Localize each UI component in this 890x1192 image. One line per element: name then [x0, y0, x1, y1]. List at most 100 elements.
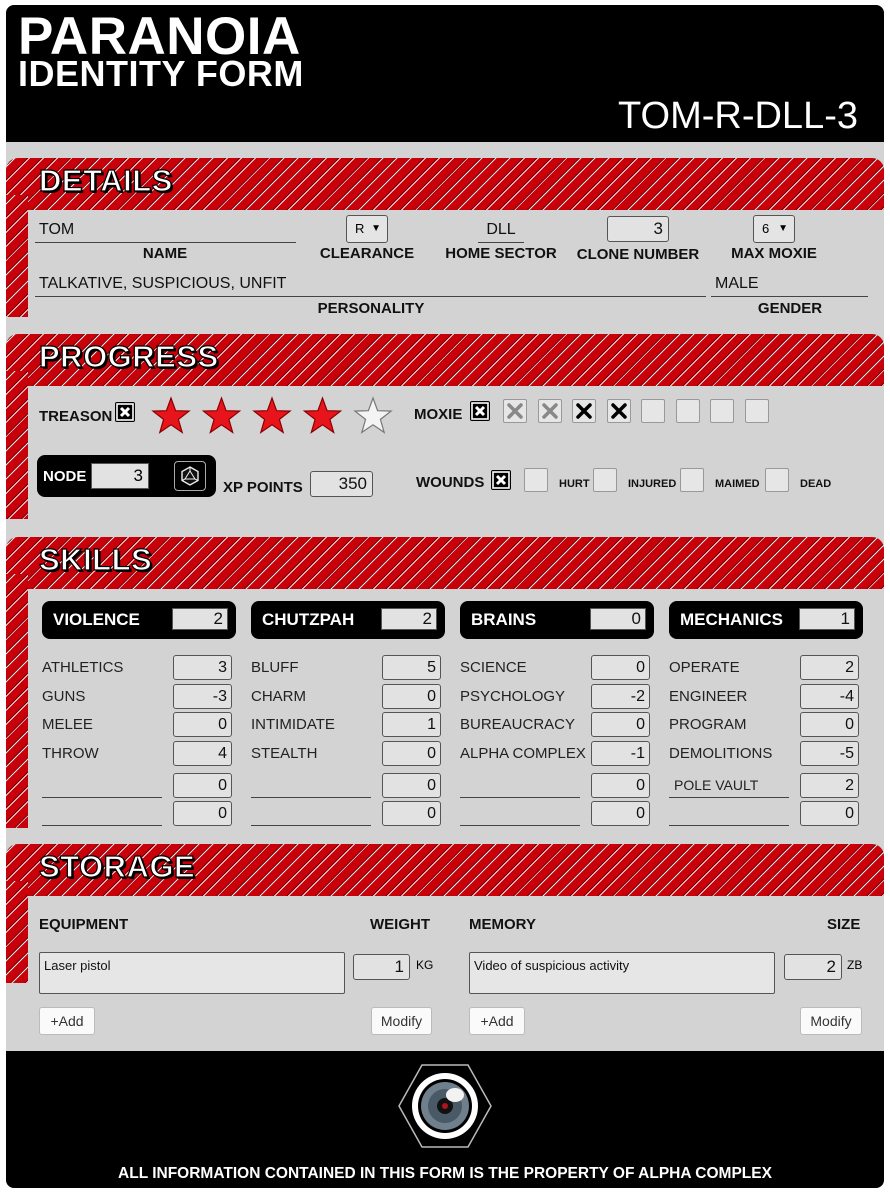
clearance-value: R: [355, 221, 365, 236]
skill-name: GUNS: [42, 688, 86, 705]
skill-value[interactable]: 0: [591, 801, 650, 826]
skill-group-value[interactable]: 0: [590, 608, 646, 630]
wound-injured-checkbox[interactable]: [593, 468, 617, 492]
custom-skill-field[interactable]: [251, 825, 371, 826]
skill-group-value[interactable]: 1: [799, 608, 855, 630]
equipment-item-field[interactable]: Laser pistol: [39, 952, 345, 994]
x-mark-icon: [611, 403, 627, 419]
skill-name: MELEE: [42, 716, 93, 733]
moxie-checkbox[interactable]: [572, 399, 596, 423]
memory-item-field[interactable]: Video of suspicious activity: [469, 952, 775, 994]
equipment-weight-field[interactable]: 1: [353, 954, 410, 980]
skill-value[interactable]: 2: [800, 773, 859, 798]
clone-number-field[interactable]: 3: [607, 216, 669, 242]
equipment-modify-button[interactable]: Modify: [371, 1007, 432, 1035]
memory-add-button[interactable]: +Add: [469, 1007, 525, 1035]
skill-value[interactable]: 0: [382, 741, 441, 766]
moxie-checkbox[interactable]: [641, 399, 665, 423]
star-filled-icon[interactable]: [151, 396, 191, 434]
max-moxie-value: 6: [762, 221, 770, 236]
skill-value[interactable]: 0: [173, 773, 232, 798]
skill-name: ALPHA COMPLEX: [460, 745, 586, 762]
wound-maimed-checkbox[interactable]: [680, 468, 704, 492]
skill-name: INTIMIDATE: [251, 716, 335, 733]
skill-name: STEALTH: [251, 745, 318, 762]
skill-name[interactable]: POLE VAULT: [674, 777, 758, 793]
skill-name: DEMOLITIONS: [669, 745, 773, 762]
skill-value[interactable]: 0: [591, 773, 650, 798]
x-mark-icon: [576, 403, 592, 419]
wound-injured-label: INJURED: [628, 478, 677, 490]
clearance-select[interactable]: R ▼: [346, 215, 388, 243]
skill-value[interactable]: 0: [591, 655, 650, 680]
personality-label: PERSONALITY: [317, 300, 425, 317]
memory-size-field[interactable]: 2: [784, 954, 842, 980]
treason-reset-icon[interactable]: [115, 402, 135, 422]
custom-skill-field[interactable]: [669, 825, 789, 826]
skill-value[interactable]: 0: [173, 801, 232, 826]
moxie-reset-icon[interactable]: [470, 401, 490, 421]
gender-field[interactable]: MALE: [711, 273, 868, 297]
custom-skill-field[interactable]: [42, 825, 162, 826]
skill-value[interactable]: 0: [382, 684, 441, 709]
skill-value[interactable]: -5: [800, 741, 859, 766]
max-moxie-label: MAX MOXIE: [731, 245, 817, 262]
custom-skill-field[interactable]: [669, 797, 789, 798]
moxie-checkbox[interactable]: [745, 399, 769, 423]
skill-name: BLUFF: [251, 659, 299, 676]
details-side-stripe: [6, 195, 28, 317]
skill-value[interactable]: 3: [173, 655, 232, 680]
wound-maimed-label: MAIMED: [715, 478, 760, 490]
star-filled-icon[interactable]: [252, 396, 292, 434]
skill-value[interactable]: 0: [382, 773, 441, 798]
skill-value[interactable]: 0: [173, 712, 232, 737]
wound-dead-checkbox[interactable]: [765, 468, 789, 492]
skill-value[interactable]: 0: [382, 801, 441, 826]
skill-value[interactable]: -3: [173, 684, 232, 709]
max-moxie-select[interactable]: 6 ▼: [753, 215, 795, 243]
home-sector-field[interactable]: DLL: [478, 219, 524, 243]
moxie-checkbox[interactable]: [676, 399, 700, 423]
memory-modify-button[interactable]: Modify: [800, 1007, 862, 1035]
moxie-checkbox[interactable]: [607, 399, 631, 423]
skill-value[interactable]: 0: [800, 801, 859, 826]
skill-value[interactable]: 4: [173, 741, 232, 766]
skill-value[interactable]: 5: [382, 655, 441, 680]
wound-hurt-checkbox[interactable]: [524, 468, 548, 492]
gender-label: GENDER: [757, 300, 823, 317]
skill-group-brains: BRAINS 0: [460, 601, 654, 639]
identity-form: PARANOIA IDENTITY FORM TOM-R-DLL-3 DETAI…: [6, 5, 884, 1188]
moxie-checkbox[interactable]: [710, 399, 734, 423]
custom-skill-field[interactable]: [460, 797, 580, 798]
skill-name: BUREAUCRACY: [460, 716, 576, 733]
equipment-add-button[interactable]: +Add: [39, 1007, 95, 1035]
skill-name: PROGRAM: [669, 716, 747, 733]
xp-field[interactable]: 350: [310, 471, 373, 497]
custom-skill-field[interactable]: [460, 825, 580, 826]
moxie-checkbox[interactable]: [503, 399, 527, 423]
node-field[interactable]: 3: [91, 463, 149, 489]
skill-name: SCIENCE: [460, 659, 527, 676]
skill-value[interactable]: 1: [382, 712, 441, 737]
dice-icon[interactable]: [174, 461, 206, 491]
moxie-checkbox[interactable]: [538, 399, 562, 423]
skill-group-value[interactable]: 2: [381, 608, 437, 630]
name-field[interactable]: TOM: [35, 219, 296, 243]
skill-value[interactable]: 0: [591, 712, 650, 737]
skill-group-value[interactable]: 2: [172, 608, 228, 630]
computer-eye-logo: [398, 1064, 492, 1148]
skill-value[interactable]: 2: [800, 655, 859, 680]
custom-skill-field[interactable]: [42, 797, 162, 798]
star-filled-icon[interactable]: [302, 396, 343, 434]
custom-skill-field[interactable]: [251, 797, 371, 798]
skill-value[interactable]: -2: [591, 684, 650, 709]
star-empty-icon[interactable]: [353, 396, 393, 434]
skill-value[interactable]: -1: [591, 741, 650, 766]
personality-field[interactable]: TALKATIVE, SUSPICIOUS, UNFIT: [35, 273, 706, 297]
dropdown-arrow-icon: ▼: [778, 223, 788, 234]
skill-value[interactable]: 0: [800, 712, 859, 737]
wounds-reset-icon[interactable]: [491, 470, 511, 490]
star-filled-icon[interactable]: [201, 396, 242, 434]
skill-value[interactable]: -4: [800, 684, 859, 709]
treason-stars[interactable]: [144, 391, 394, 437]
